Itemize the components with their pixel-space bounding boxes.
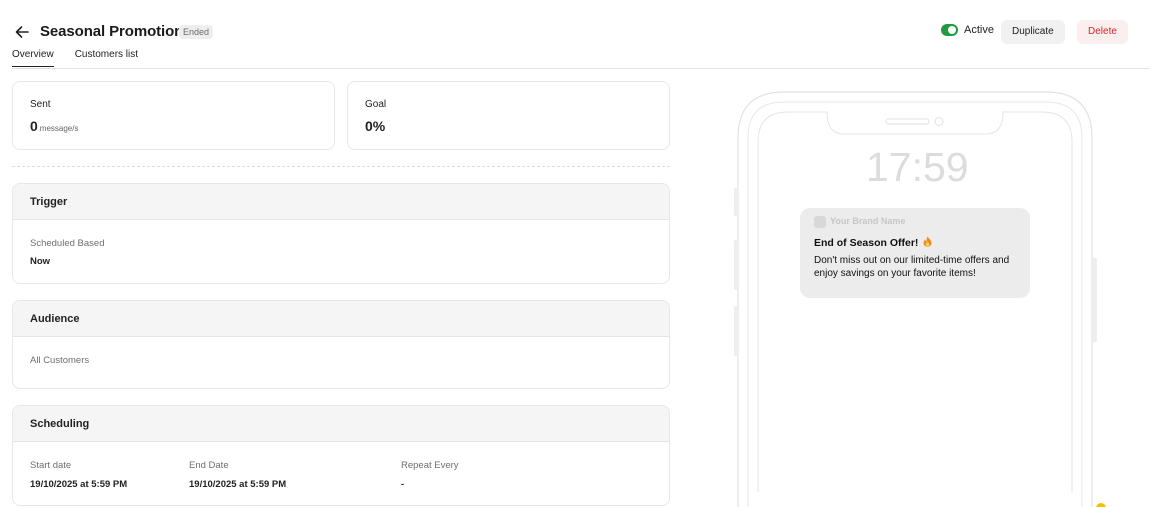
sent-stat-card: Sent 0 message/s: [12, 81, 335, 150]
goal-stat-card: Goal 0%: [347, 81, 670, 150]
active-toggle[interactable]: Active: [941, 24, 994, 36]
notification-body: Don't miss out on our limited-time offer…: [814, 255, 1010, 279]
trigger-title: Trigger: [13, 184, 669, 220]
goal-label: Goal: [365, 99, 387, 110]
audience-title: Audience: [13, 301, 669, 337]
page-title: Seasonal Promotions: [40, 23, 192, 40]
tab-bar: Overview Customers list: [12, 49, 138, 67]
tab-customers-list[interactable]: Customers list: [75, 49, 138, 67]
section-divider: [12, 166, 670, 167]
tab-overview[interactable]: Overview: [12, 49, 54, 67]
scheduling-title: Scheduling: [13, 406, 669, 442]
trigger-type-value: Now: [30, 256, 51, 267]
end-date-label: End Date: [189, 460, 229, 471]
lockscreen-clock: 17:59: [866, 144, 969, 190]
audience-value: All Customers: [30, 355, 90, 366]
notification-title: End of Season Offer!: [814, 237, 919, 249]
goal-value: 0%: [365, 118, 386, 134]
tabs-divider: [12, 68, 1150, 69]
toggle-switch[interactable]: [941, 24, 958, 36]
fire-emoji-icon: [923, 236, 932, 247]
active-label: Active: [964, 24, 994, 36]
back-arrow-icon[interactable]: [13, 23, 31, 41]
brand-logo-icon: [814, 216, 826, 228]
sent-value-row: 0 message/s: [30, 118, 78, 134]
scheduling-section: Scheduling Start date 19/10/2025 at 5:59…: [12, 405, 670, 506]
duplicate-button[interactable]: Duplicate: [1001, 20, 1065, 44]
start-date-value: 19/10/2025 at 5:59 PM: [30, 479, 128, 490]
corner-widget-edge[interactable]: [1096, 503, 1106, 507]
notification-title-row: End of Season Offer!: [814, 236, 932, 249]
repeat-label: Repeat Every: [401, 460, 459, 471]
end-date-value: 19/10/2025 at 5:59 PM: [189, 479, 287, 490]
audience-section: Audience All Customers: [12, 300, 670, 389]
trigger-type-label: Scheduled Based: [30, 238, 105, 249]
start-date-label: Start date: [30, 460, 72, 471]
delete-button[interactable]: Delete: [1077, 20, 1128, 44]
sent-unit: message/s: [39, 124, 79, 133]
campaign-detail-page: Seasonal Promotions Ended Active Duplica…: [0, 0, 1156, 507]
push-notification-preview: Your Brand Name End of Season Offer! Don…: [800, 208, 1030, 298]
status-badge: Ended: [179, 25, 214, 39]
sent-value: 0: [30, 118, 38, 134]
toggle-knob: [948, 26, 956, 34]
sent-label: Sent: [30, 99, 51, 110]
trigger-section: Trigger Scheduled Based Now: [12, 183, 670, 284]
repeat-value: -: [401, 479, 405, 490]
brand-name: Your Brand Name: [830, 216, 906, 226]
